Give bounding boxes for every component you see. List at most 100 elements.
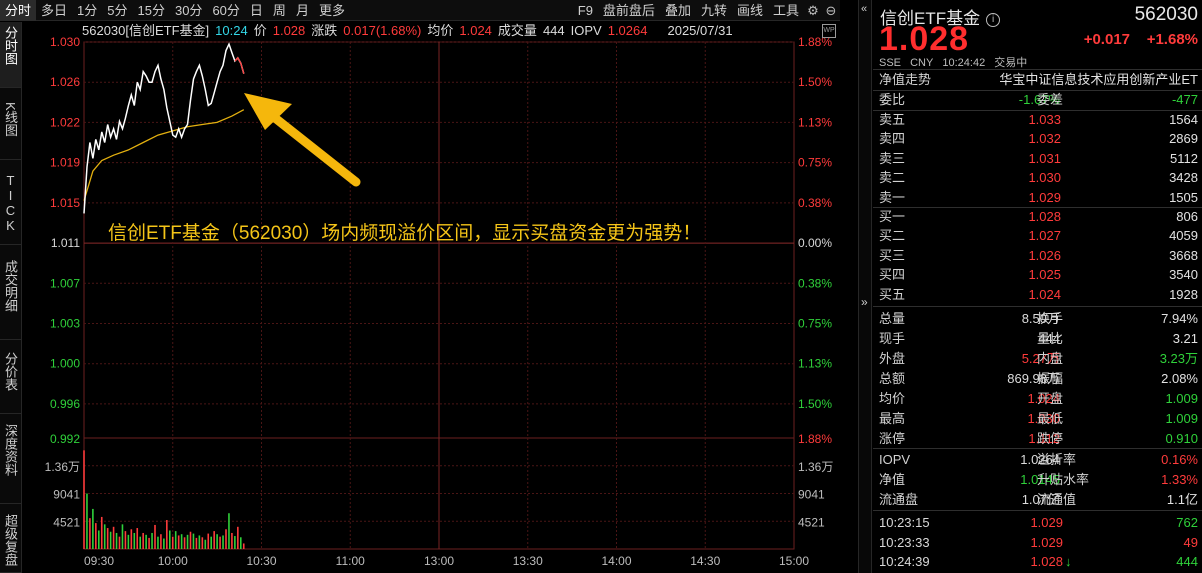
bid-level-row[interactable]: 买四 1.025 3540 (873, 265, 1202, 285)
tab-depth-data[interactable]: 深度资料 (0, 420, 21, 504)
volume-tick-label-right: 9041 (798, 488, 825, 502)
bid-level-row[interactable]: 买三 1.026 3668 (873, 246, 1202, 266)
volume-tick-label: 4521 (53, 515, 80, 529)
overlay-button[interactable]: 叠加 (660, 0, 696, 21)
tab-1min[interactable]: 1分 (72, 0, 102, 21)
info-icon[interactable]: i (986, 13, 1001, 27)
tab-trade-details[interactable]: 成交明细 (0, 256, 21, 340)
info-date: 2025/07/31 (667, 23, 733, 38)
draw-line-button[interactable]: 画线 (732, 0, 768, 21)
pct-tick-label: 0.38% (798, 276, 832, 290)
level-label: 买五 (879, 286, 906, 302)
stat-row: 总量 8.50万 换手 7.94% (873, 309, 1202, 329)
stat-value: 7.94% (1161, 311, 1198, 326)
quote-panel: 信创ETF基金 i 562030 1.028 +0.017 +1.68% SSE … (873, 0, 1202, 573)
tick-time: 10:23:33 (879, 534, 930, 550)
pct-tick-label: 1.50% (798, 397, 832, 411)
stat-value: 3.23万 (1159, 351, 1198, 366)
security-code: 562030 (1134, 4, 1198, 25)
stat-value: 1.009 (1165, 391, 1198, 406)
info-iopv-label: IOPV (570, 23, 602, 38)
stat-label: 最高 (879, 411, 906, 426)
bid-level-row[interactable]: 买一 1.028 806 (873, 207, 1202, 227)
level-price: 1.027 (1028, 228, 1061, 244)
tab-30min[interactable]: 30分 (170, 0, 207, 21)
ask-level-row[interactable]: 卖三 1.031 5112 (873, 149, 1202, 169)
tick-volume: 444 (1176, 554, 1198, 569)
minimize-icon[interactable]: ⊖ (822, 0, 840, 21)
info-vol: 444 (542, 23, 565, 38)
time-tick-label: 09:30 (84, 554, 114, 568)
tab-day[interactable]: 日 (245, 0, 268, 21)
ask-level-row[interactable]: 卖四 1.032 2869 (873, 129, 1202, 149)
stat-label: 均价 (879, 391, 906, 406)
price-tick-label: 1.026 (50, 75, 80, 89)
volume-tick-label-right: 1.88% (798, 432, 832, 446)
tab-tick[interactable]: TICK (0, 169, 21, 245)
tab-super-review[interactable]: 超级复盘 (0, 510, 21, 573)
nine-turn-button[interactable]: 九转 (696, 0, 732, 21)
price-change-pct: +1.68% (1146, 31, 1198, 48)
volume-tick-label: 0.992 (50, 432, 80, 446)
price-change: +0.017 (1083, 31, 1130, 48)
tab-intraday[interactable]: 分时 (0, 0, 37, 21)
tab-week[interactable]: 周 (268, 0, 291, 21)
tab-more[interactable]: 更多 (314, 0, 350, 21)
chevron-right-icon[interactable]: » (861, 295, 868, 309)
chart-info-bar: 562030[信创ETF基金] 10:24 价 1.028 涨跌 0.017(1… (82, 23, 739, 39)
chevron-left-icon[interactable]: « (861, 3, 867, 15)
tab-month[interactable]: 月 (291, 0, 314, 21)
tools-button[interactable]: 工具 (768, 0, 804, 21)
tab-intraday-chart[interactable]: 分时图 (0, 22, 21, 88)
gear-icon[interactable]: ⚙ (804, 0, 822, 21)
level-price: 1.032 (1028, 131, 1061, 147)
order-ratio-label: 委比 (879, 92, 906, 107)
tab-15min[interactable]: 15分 (133, 0, 170, 21)
stat-label: 净值 (879, 472, 906, 487)
f9-button[interactable]: F9 (573, 0, 598, 21)
level-volume: 4059 (1169, 228, 1198, 244)
pre-post-market-button[interactable]: 盘前盘后 (598, 0, 660, 21)
pct-tick-label: 0.00% (798, 236, 832, 250)
level-price: 1.024 (1028, 286, 1061, 302)
tab-price-table[interactable]: 分价表 (0, 348, 21, 414)
ask-level-row[interactable]: 卖一 1.029 1505 (873, 188, 1202, 208)
level-price: 1.033 (1028, 112, 1061, 127)
intraday-chart[interactable]: 1.030 1.88% 1.026 1.50% 1.022 1.13% 1.019 0.75%… (22, 22, 840, 573)
bid-level-row[interactable]: 买五 1.024 1928 (873, 285, 1202, 305)
price-line-latest (234, 56, 245, 74)
panel-divider[interactable]: « » (858, 0, 872, 573)
tab-5min[interactable]: 5分 (102, 0, 132, 21)
chart-canvas[interactable]: 1.030 1.88% 1.026 1.50% 1.022 1.13% 1.019 0.75%… (22, 22, 840, 573)
tick-time: 10:23:15 (879, 515, 930, 530)
nav-row[interactable]: 净值走势 华宝中证信息技术应用创新产业ET (873, 70, 1202, 90)
time-tick-label: 14:30 (690, 554, 720, 568)
stat-value: 3.21 (1172, 331, 1198, 346)
level-price: 1.029 (1028, 189, 1061, 205)
info-change: 0.017(1.68%) (343, 23, 422, 38)
stat-value: 1.009 (1165, 411, 1198, 426)
level-label: 买二 (879, 228, 906, 244)
tick-time: 10:24:39 (879, 554, 930, 569)
price-tick-label: 0.996 (50, 397, 80, 411)
quote-time: 10:24:42 (942, 57, 986, 69)
level-label: 买四 (879, 267, 906, 283)
time-tick-label: 13:30 (513, 554, 543, 568)
tick-price: 1.028 (1030, 554, 1063, 569)
tab-k-line[interactable]: K线图 (0, 98, 21, 160)
stat-row: 净值 1.0145 升贴水率 1.33% (873, 470, 1202, 490)
ask-level-row[interactable]: 卖二 1.030 3428 (873, 168, 1202, 188)
stat-label: 流通盘 (879, 492, 919, 507)
level-label: 卖五 (879, 112, 906, 127)
left-tab-bar: 分时图 K线图 TICK 成交明细 分价表 深度资料 超级复盘 (0, 22, 22, 573)
tab-60min[interactable]: 60分 (207, 0, 244, 21)
tab-multi-day[interactable]: 多日 (36, 0, 72, 21)
level-volume: 806 (1176, 209, 1198, 224)
bid-level-row[interactable]: 买二 1.027 4059 (873, 226, 1202, 246)
stat-row: 现手 444 量比 3.21 (873, 329, 1202, 349)
ask-level-row[interactable]: 卖五 1.033 1564 (873, 110, 1202, 130)
wp-badge-icon[interactable]: WP (822, 24, 836, 38)
stat-value: 2.08% (1161, 371, 1198, 386)
pct-tick-label: 1.13% (798, 115, 832, 129)
time-tick-label: 14:00 (601, 554, 631, 568)
